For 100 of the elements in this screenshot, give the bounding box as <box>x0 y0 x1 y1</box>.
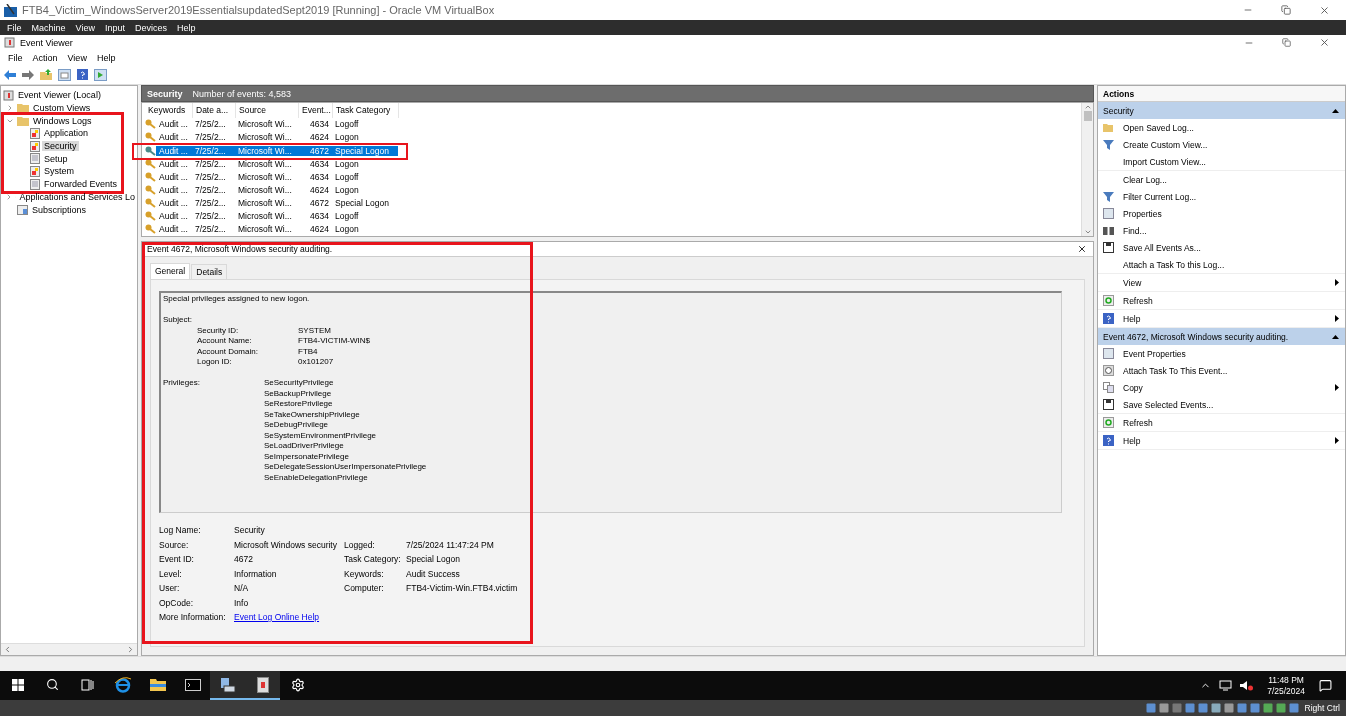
tree-item[interactable]: Applications and Services Lo <box>17 191 137 202</box>
clock[interactable]: 11:48 PM 7/25/2024 <box>1267 674 1305 697</box>
tree-item[interactable]: Event Viewer (Local) <box>16 90 103 101</box>
scroll-left-icon[interactable] <box>3 645 12 654</box>
event-row[interactable]: Audit ... 7/25/2... Microsoft Wi... 4634 Logoff <box>145 117 398 131</box>
tree-item[interactable]: System <box>42 166 76 177</box>
log-icon[interactable] <box>256 676 269 693</box>
panel-icon[interactable] <box>93 68 107 81</box>
command-link[interactable]: Attach a Task To this Log... <box>1123 259 1339 270</box>
event-row[interactable]: Audit ... 7/25/2... Microsoft Wi... 4624 Logon <box>145 183 398 197</box>
collapse-icon[interactable] <box>1332 108 1339 113</box>
menu-item[interactable]: View <box>62 52 92 63</box>
field-label: OpCode: <box>159 597 195 608</box>
event-viewer-icon <box>4 37 15 48</box>
scroll-down-icon[interactable] <box>1083 228 1092 236</box>
help-link[interactable]: Event Log Online Help <box>234 612 320 622</box>
command-link[interactable]: Filter Current Log... <box>1123 191 1339 202</box>
command-link[interactable]: Save All Events As... <box>1123 242 1339 253</box>
scroll-up-icon[interactable] <box>1083 103 1092 111</box>
task-view-icon[interactable] <box>81 678 94 691</box>
field-value: Special Logon <box>406 554 461 564</box>
menu-item[interactable]: Help <box>171 22 201 33</box>
event-row[interactable]: Audit ... 7/25/2... Microsoft Wi... 4624 Logon <box>145 130 398 144</box>
command-link[interactable]: Attach Task To This Event... <box>1123 365 1339 376</box>
restore-icon[interactable] <box>1282 38 1291 47</box>
column-header[interactable]: Keywords <box>145 103 193 118</box>
menu-item[interactable]: Input <box>99 22 130 33</box>
column-header[interactable]: Date a... <box>193 103 236 118</box>
menu-item[interactable]: View <box>70 22 100 33</box>
event-viewer-icon[interactable] <box>219 676 236 693</box>
event-row[interactable]: Audit ... 7/25/2... Microsoft Wi... 4634 Logon <box>145 157 398 171</box>
folder-icon[interactable] <box>149 678 166 691</box>
subscriptions-icon <box>17 204 28 216</box>
column-header[interactable]: Source <box>236 103 299 118</box>
event-row[interactable]: Audit ... 7/25/2... Microsoft Wi... 4634 Logoff <box>145 170 398 184</box>
event-row[interactable]: Audit ... 7/25/2... Microsoft Wi... 4624 Logon <box>145 222 398 236</box>
command-link[interactable]: View <box>1123 277 1326 288</box>
message-value: SeRestorePrivilege <box>264 399 334 410</box>
table-cell-text: 4634 <box>309 211 330 222</box>
command-link[interactable]: Copy <box>1123 382 1326 393</box>
key-icon <box>145 185 156 195</box>
scroll-thumb[interactable] <box>1083 111 1092 121</box>
table-cell-text: Microsoft Wi... <box>237 224 293 235</box>
key-icon <box>145 224 156 235</box>
command-link[interactable]: Refresh <box>1123 295 1339 306</box>
tree-item[interactable]: Forwarded Events <box>42 179 120 190</box>
menu-item[interactable]: Action <box>27 52 63 63</box>
menu-item[interactable]: File <box>2 22 27 33</box>
menu-item[interactable]: Devices <box>129 22 172 33</box>
tab[interactable]: General <box>150 263 191 279</box>
command-link[interactable]: Help <box>1123 313 1326 324</box>
forward-arrow-icon[interactable] <box>22 69 34 80</box>
settings-icon[interactable] <box>290 677 305 692</box>
search-icon[interactable] <box>46 678 59 691</box>
notification-icon[interactable] <box>1319 679 1332 692</box>
section-header[interactable]: Security <box>1098 102 1345 119</box>
column-header[interactable]: Task Category <box>333 103 399 118</box>
expand-icon[interactable] <box>6 104 14 113</box>
command-link[interactable]: Open Saved Log... <box>1123 122 1339 133</box>
section-header[interactable]: Event 4672, Microsoft Windows security auditing. <box>1098 328 1345 345</box>
menu-item[interactable]: File <box>3 52 28 63</box>
network-icon[interactable] <box>1219 680 1233 691</box>
tree-item[interactable]: Application <box>42 128 91 139</box>
field-label: Logged: <box>344 539 376 550</box>
tree-item[interactable]: Setup <box>42 153 70 164</box>
event-row[interactable]: Audit ... 7/25/2... Microsoft Wi... 4634 Logoff <box>145 209 398 223</box>
expand-icon[interactable] <box>5 192 13 201</box>
table-cell-text: Audit ... <box>158 198 189 209</box>
command-link[interactable]: Clear Log... <box>1123 174 1339 185</box>
browser-icon[interactable] <box>114 676 131 693</box>
scroll-right-icon[interactable] <box>126 645 135 654</box>
scrollbar[interactable] <box>1 643 137 655</box>
restore-icon[interactable] <box>1281 5 1291 15</box>
tab[interactable]: Details <box>191 264 228 279</box>
close-icon[interactable] <box>1077 244 1087 254</box>
command-link[interactable]: Create Custom View... <box>1123 139 1339 150</box>
tree-item[interactable]: Subscriptions <box>30 204 89 215</box>
command-link[interactable]: Save Selected Events... <box>1123 399 1339 410</box>
speaker-icon[interactable] <box>1240 680 1254 691</box>
menu-item[interactable]: Help <box>91 52 121 63</box>
scrollbar[interactable] <box>1081 103 1093 236</box>
command-link[interactable]: Event Properties <box>1123 348 1339 359</box>
collapse-icon[interactable] <box>1332 334 1339 339</box>
column-header[interactable]: Event... <box>299 103 333 118</box>
field-value: Info <box>234 597 250 608</box>
panel-icon[interactable] <box>57 68 71 81</box>
windows-logo-icon[interactable] <box>11 678 24 691</box>
event-row[interactable]: Audit ... 7/25/2... Microsoft Wi... 4672 Special Logon <box>145 196 398 210</box>
field-value: Microsoft Windows security <box>234 539 338 550</box>
command-link[interactable]: Help <box>1123 435 1326 446</box>
command-link[interactable]: Import Custom View... <box>1123 156 1339 167</box>
back-arrow-icon[interactable] <box>4 69 16 80</box>
tree-item[interactable]: Custom Views <box>31 103 93 114</box>
terminal-icon[interactable] <box>184 678 201 691</box>
command-link[interactable]: Refresh <box>1123 417 1339 428</box>
tree-item[interactable]: Security <box>42 141 79 152</box>
command-link[interactable]: Properties <box>1123 208 1339 219</box>
command-link[interactable]: Find... <box>1123 225 1339 236</box>
menu-item[interactable]: Machine <box>26 22 71 33</box>
tree-item[interactable]: Windows Logs <box>31 115 94 126</box>
